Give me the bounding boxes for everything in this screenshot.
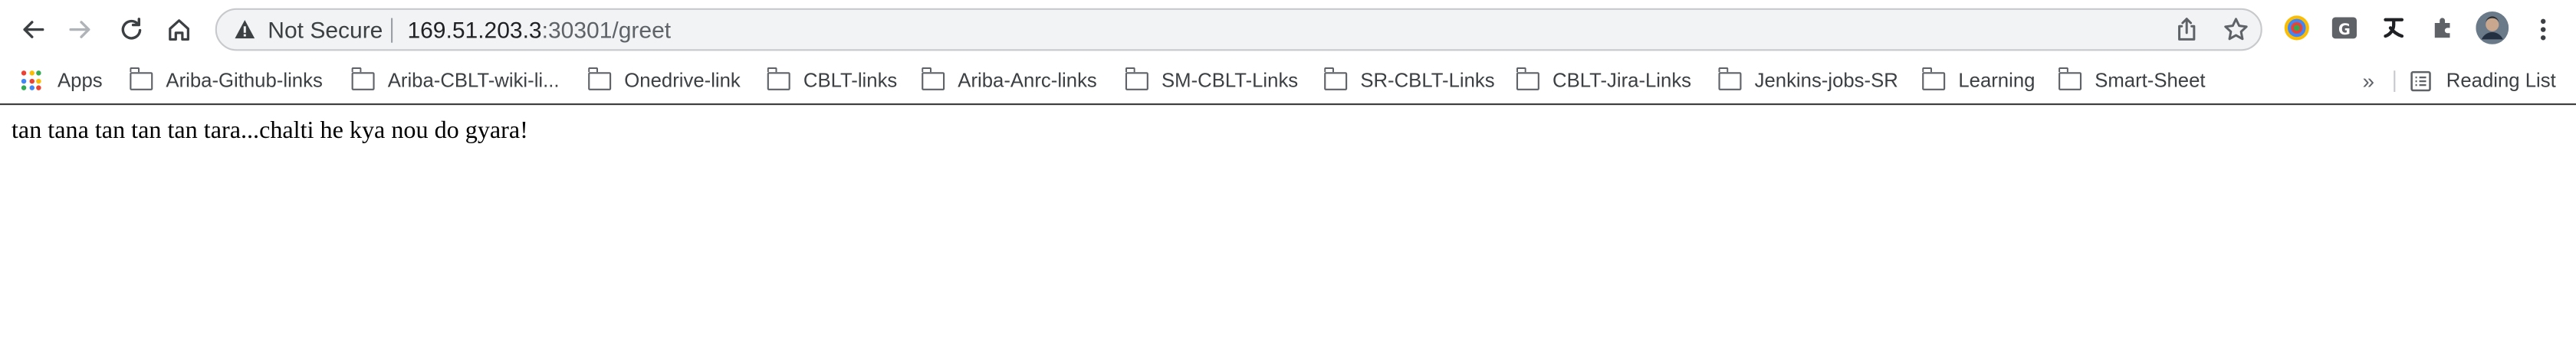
bookmark-label: CBLT-links xyxy=(803,69,898,93)
more-vert-icon xyxy=(2540,18,2546,41)
bookmark-label: Jenkins-jobs-SR xyxy=(1754,69,1898,93)
bookmark-folder[interactable]: Smart-Sheet xyxy=(2058,67,2206,93)
folder-icon xyxy=(921,67,945,90)
bookmark-folder[interactable]: SM-CBLT-Links xyxy=(1125,67,1298,93)
bookmark-folder[interactable]: Ariba-Anrc-links xyxy=(921,67,1097,93)
extensions-puzzle-icon[interactable] xyxy=(2428,13,2458,43)
folder-icon xyxy=(767,67,790,90)
chevron-double-right-icon: » xyxy=(2362,67,2374,93)
apps-dot xyxy=(36,85,41,90)
bookmark-folder[interactable]: Ariba-CBLT-wiki-li... xyxy=(351,67,560,93)
apps-dot xyxy=(21,70,27,76)
bookmark-label: SM-CBLT-Links xyxy=(1162,69,1299,93)
apps-grid-icon xyxy=(21,70,41,90)
url-text[interactable]: 169.51.203.3:30301/greet xyxy=(407,16,671,42)
profile-avatar[interactable] xyxy=(2476,11,2509,44)
forward-button[interactable] xyxy=(62,11,98,47)
apps-dot xyxy=(28,70,34,76)
folder-icon xyxy=(351,67,375,90)
bookmarks-bar: Apps Ariba-Github-links Ariba-CBLT-wiki-… xyxy=(0,59,2576,106)
reading-list-label: Reading List xyxy=(2446,69,2556,93)
bookmark-label: Smart-Sheet xyxy=(2095,69,2206,93)
security-status[interactable]: Not Secure xyxy=(268,16,383,42)
arrow-right-icon xyxy=(69,21,90,38)
extension-colorful-icon[interactable] xyxy=(2282,13,2312,43)
bookmark-label: Learning xyxy=(1958,69,2036,93)
extension-translate-icon[interactable] xyxy=(2379,13,2409,43)
folder-icon xyxy=(587,67,612,90)
folder-icon xyxy=(1718,67,1742,90)
bookmark-label: Onedrive-link xyxy=(624,69,741,93)
bookmark-label: Ariba-Github-links xyxy=(166,69,323,93)
reading-list-icon xyxy=(2410,70,2431,91)
bookmark-folder[interactable]: Onedrive-link xyxy=(587,67,741,93)
bookmarks-overflow-button[interactable]: » xyxy=(2362,67,2374,93)
bookmark-label: CBLT-Jira-Links xyxy=(1552,69,1692,93)
warning-icon[interactable] xyxy=(233,18,256,41)
apps-dot xyxy=(21,85,27,90)
bookmark-folder[interactable]: SR-CBLT-Links xyxy=(1323,67,1495,93)
star-icon[interactable] xyxy=(2223,16,2249,42)
extension-google-icon[interactable]: G xyxy=(2330,13,2360,43)
bookmark-folder[interactable]: CBLT-Jira-Links xyxy=(1516,67,1691,93)
home-icon xyxy=(169,19,189,41)
reading-list-button[interactable]: Reading List xyxy=(2410,67,2556,93)
home-button[interactable] xyxy=(161,11,197,47)
svg-text:G: G xyxy=(2338,21,2351,38)
bookmark-folder[interactable]: Ariba-Github-links xyxy=(129,67,323,93)
folder-icon xyxy=(129,67,153,90)
folder-icon xyxy=(1921,67,1946,90)
folder-icon xyxy=(1323,67,1348,90)
reload-button[interactable] xyxy=(113,11,150,47)
browser-window: Not Secure 169.51.203.3:30301/greet G Ap… xyxy=(0,0,2576,360)
menu-button[interactable] xyxy=(2525,11,2561,47)
bookmarks-divider xyxy=(2394,70,2396,93)
apps-dot xyxy=(36,70,41,76)
reload-icon xyxy=(121,18,142,40)
apps-dot xyxy=(28,85,34,90)
folder-icon xyxy=(2058,67,2082,90)
bookmark-folder[interactable]: CBLT-links xyxy=(767,67,898,93)
bookmark-folder[interactable]: Jenkins-jobs-SR xyxy=(1718,67,1898,93)
omnibox-divider xyxy=(391,18,393,43)
toolbar: Not Secure 169.51.203.3:30301/greet G xyxy=(0,0,2576,60)
back-button[interactable] xyxy=(15,11,51,47)
apps-dot xyxy=(21,77,27,83)
bookmark-label: SR-CBLT-Links xyxy=(1360,69,1495,93)
page-body-text: tan tana tan tan tan tara...chalti he ky… xyxy=(12,118,528,145)
folder-icon xyxy=(1516,67,1539,90)
folder-icon xyxy=(1125,67,1148,90)
share-icon[interactable] xyxy=(2174,16,2200,42)
url-host: 169.51.203.3 xyxy=(407,16,542,43)
bookmark-label: Ariba-CBLT-wiki-li... xyxy=(387,69,560,93)
apps-dot xyxy=(28,77,34,83)
address-bar[interactable]: Not Secure 169.51.203.3:30301/greet xyxy=(215,8,2262,51)
apps-dot xyxy=(36,77,41,83)
bookmark-label: Apps xyxy=(58,69,103,93)
bookmark-label: Ariba-Anrc-links xyxy=(958,69,1097,93)
bookmark-folder[interactable]: Learning xyxy=(1921,67,2036,93)
bookmark-apps[interactable]: Apps xyxy=(21,67,103,93)
arrow-left-icon xyxy=(23,21,44,38)
url-path: :30301/greet xyxy=(541,16,672,43)
